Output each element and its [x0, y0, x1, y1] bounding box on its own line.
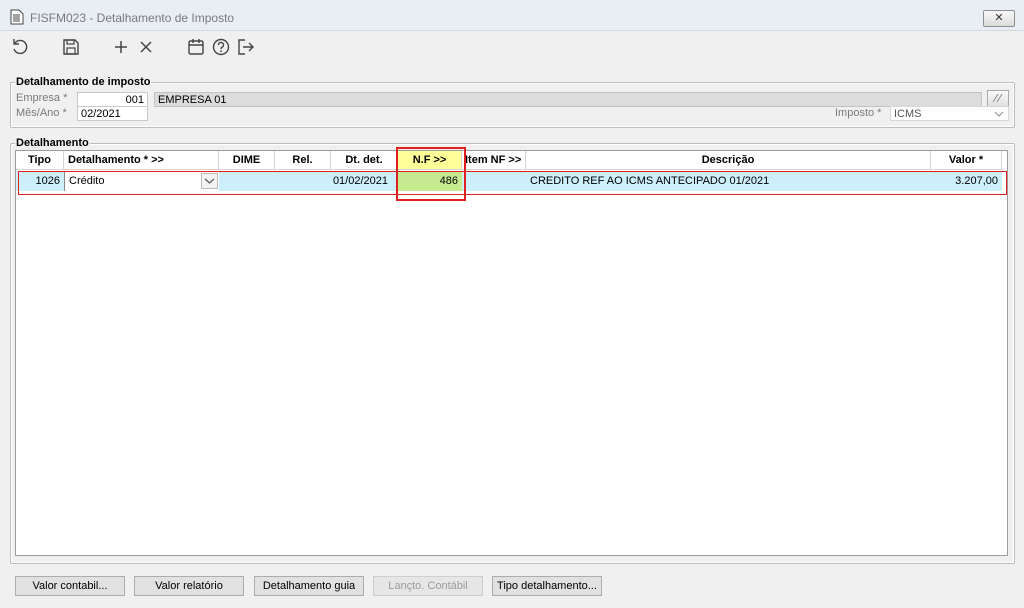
chevron-down-icon [204, 178, 215, 184]
cell-rel[interactable] [275, 171, 331, 191]
cell-valor[interactable]: 3.207,00 [931, 171, 1002, 191]
tax-detail-legend: Detalhamento de imposto [15, 76, 152, 88]
cell-descricao[interactable]: CREDITO REF AO ICMS ANTECIPADO 01/2021 [526, 171, 931, 191]
cell-detalhamento[interactable]: Crédito [64, 171, 219, 191]
cell-dime[interactable] [219, 171, 275, 191]
cell-tipo[interactable]: 1026 [16, 171, 64, 191]
detalhamento-dropdown-button[interactable] [201, 173, 218, 189]
empresa-lookup-button[interactable] [987, 90, 1009, 107]
tipo-detalhamento-button[interactable]: Tipo detalhamento... [492, 576, 602, 596]
column-header-detalhamento[interactable]: Detalhamento * >> [64, 151, 219, 170]
lancto-contabil-button: Lançto. Contábil [373, 576, 483, 596]
chevron-down-icon[interactable] [994, 111, 1004, 118]
lookup-icon [992, 93, 1003, 103]
column-header-descricao[interactable]: Descrição [526, 151, 931, 170]
exit-icon[interactable] [236, 37, 256, 57]
window-title: FISFM023 - Detalhamento de Imposto [30, 11, 235, 25]
column-header-dime[interactable]: DIME [219, 151, 275, 170]
column-header-valor[interactable]: Valor * [931, 151, 1002, 170]
detalhamento-value: Crédito [69, 175, 105, 187]
mesano-label: Mês/Ano * [16, 107, 67, 119]
valor-contabil-button[interactable]: Valor contabil... [15, 576, 125, 596]
delete-icon[interactable] [136, 37, 156, 57]
imposto-label: Imposto * [835, 107, 882, 119]
cell-nf[interactable]: 486 [398, 171, 462, 191]
mesano-field[interactable]: 02/2021 [77, 106, 148, 121]
column-header-item-nf[interactable]: Item NF >> [462, 151, 526, 170]
calendar-icon[interactable] [186, 37, 206, 57]
help-icon[interactable] [211, 37, 231, 57]
column-header-dt-det[interactable]: Dt. det. [331, 151, 398, 170]
save-icon[interactable] [61, 37, 81, 57]
document-icon [10, 9, 24, 25]
detalhamento-guia-button[interactable]: Detalhamento guia [254, 576, 364, 596]
empresa-label: Empresa * [16, 92, 68, 104]
cell-item-nf[interactable] [462, 171, 526, 191]
column-header-tipo[interactable]: Tipo [16, 151, 64, 170]
valor-relatorio-button[interactable]: Valor relatório [134, 576, 244, 596]
column-header-rel[interactable]: Rel. [275, 151, 331, 170]
detail-legend: Detalhamento [15, 137, 90, 149]
detail-grid[interactable] [15, 150, 1008, 556]
refresh-icon[interactable] [10, 37, 30, 57]
empresa-code-field[interactable]: 001 [77, 92, 148, 107]
imposto-select[interactable]: ICMS [890, 106, 1009, 121]
imposto-value: ICMS [894, 108, 922, 120]
cell-dt-det[interactable]: 01/02/2021 [331, 171, 398, 191]
column-header-nf[interactable]: N.F >> [398, 151, 462, 170]
add-icon[interactable] [111, 37, 131, 57]
close-button[interactable]: ✕ [983, 10, 1015, 27]
empresa-name-field: EMPRESA 01 [154, 92, 982, 107]
